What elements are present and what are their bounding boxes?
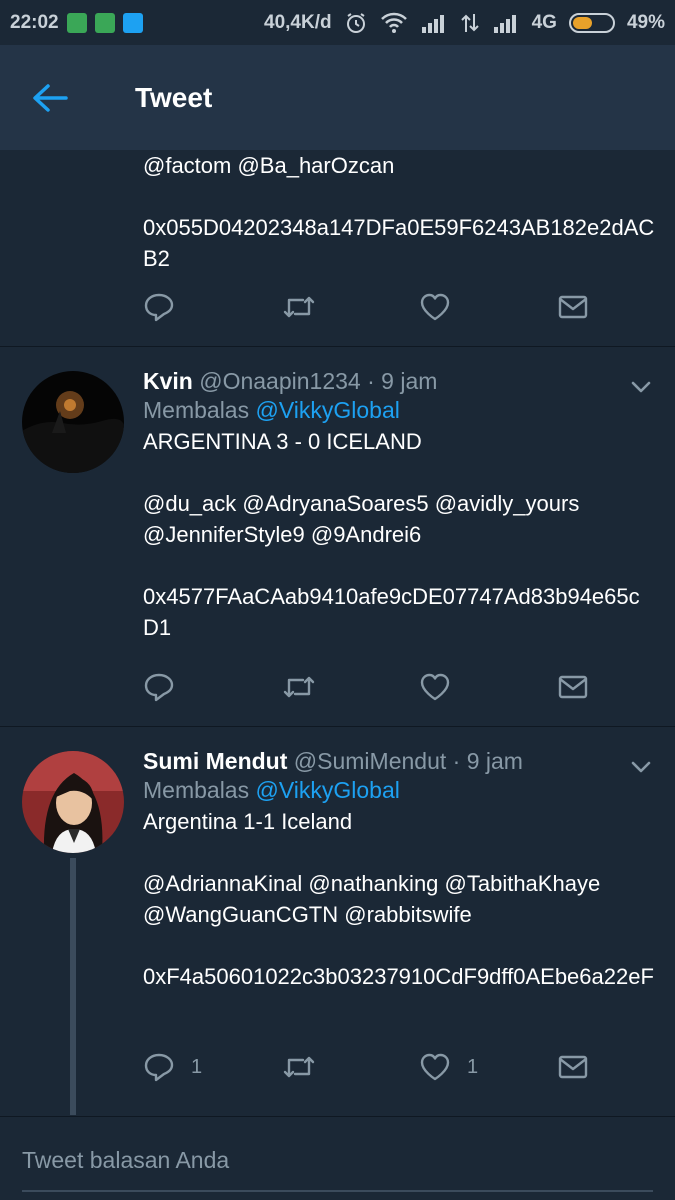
network-speed: 40,4K/d xyxy=(264,11,332,33)
status-bar: 22:02 40,4K/d 4G 49% xyxy=(0,0,675,45)
back-button[interactable] xyxy=(0,45,100,150)
retweet-button[interactable] xyxy=(281,292,419,322)
app-notification-icon xyxy=(66,12,87,33)
reply-count: 1 xyxy=(191,1055,203,1078)
page-title: Tweet xyxy=(135,81,213,113)
reply-composer[interactable]: Tweet balasan Anda xyxy=(0,1117,675,1200)
reply-icon xyxy=(144,1053,174,1082)
thread-line xyxy=(70,858,76,1115)
reply-icon xyxy=(144,673,174,702)
tweet-text: ARGENTINA 3 - 0 ICELAND xyxy=(143,429,422,454)
retweet-icon xyxy=(283,296,315,318)
direct-message-icon xyxy=(558,1055,588,1079)
wifi-icon xyxy=(380,12,407,33)
author-handle[interactable]: @SumiMendut xyxy=(294,748,446,774)
battery-level xyxy=(572,16,592,29)
reply-prefix: Membalas xyxy=(143,397,250,423)
tweet[interactable]: Kvin @Onaapin1234 · 9 jam Membalas @Vikk… xyxy=(0,347,675,727)
direct-message-button[interactable] xyxy=(557,1053,675,1081)
avatar[interactable] xyxy=(22,371,124,473)
battery-percent: 49% xyxy=(626,11,665,33)
app-notification-icon xyxy=(94,12,115,33)
signal-icon xyxy=(421,14,444,33)
tweet-mentions[interactable]: @factom @Ba_harOzcan xyxy=(143,150,655,181)
status-time: 22:02 xyxy=(10,11,59,33)
author-handle[interactable]: @Onaapin1234 xyxy=(199,368,360,394)
reply-to-link[interactable]: @VikkyGlobal xyxy=(256,777,400,803)
reply-prefix: Membalas xyxy=(143,777,250,803)
like-icon xyxy=(420,1053,450,1081)
retweet-icon xyxy=(283,676,315,698)
reply-icon xyxy=(144,293,174,322)
tweet-separator: · xyxy=(367,368,382,394)
tweet-address: 0xF4a50601022c3b03237910CdF9dff0AEbe6a22… xyxy=(143,964,654,989)
app-bar: Tweet xyxy=(0,45,675,150)
input-underline xyxy=(22,1190,653,1192)
like-button[interactable] xyxy=(419,672,557,702)
tweet[interactable]: @factom @Ba_harOzcan 0x055D04202348a147D… xyxy=(0,150,675,347)
avatar[interactable] xyxy=(22,751,124,853)
tweet[interactable]: Sumi Mendut @SumiMendut · 9 jam Membalas… xyxy=(0,727,675,1117)
like-icon xyxy=(420,673,450,701)
reply-to-link[interactable]: @VikkyGlobal xyxy=(256,397,400,423)
tweet-text: Argentina 1-1 Iceland xyxy=(143,809,353,834)
author-name[interactable]: Sumi Mendut xyxy=(143,748,287,774)
tweet-mentions[interactable]: @AdriannaKinal @nathanking @TabithaKhaye… xyxy=(143,868,655,930)
reply-button[interactable]: 1 xyxy=(143,1052,281,1082)
alarm-icon xyxy=(346,12,365,33)
retweet-button[interactable] xyxy=(281,672,419,702)
chevron-down-icon[interactable] xyxy=(629,755,653,779)
direct-message-button[interactable] xyxy=(557,673,675,701)
reply-context: Membalas @VikkyGlobal xyxy=(143,395,655,426)
tweet-mentions[interactable]: @du_ack @AdryanaSoares5 @avidly_yours @J… xyxy=(143,488,655,550)
direct-message-icon xyxy=(558,675,588,699)
direct-message-button[interactable] xyxy=(557,293,675,321)
tweet-separator: · xyxy=(452,748,467,774)
reply-input[interactable]: Tweet balasan Anda xyxy=(22,1147,229,1174)
like-button[interactable]: 1 xyxy=(419,1052,557,1082)
like-button[interactable] xyxy=(419,292,557,322)
battery-icon xyxy=(568,12,615,33)
retweet-icon xyxy=(283,1056,315,1078)
reply-button[interactable] xyxy=(143,672,281,702)
tweet-time: 9 jam xyxy=(381,368,438,394)
chevron-down-icon[interactable] xyxy=(629,375,653,399)
data-transfer-icon xyxy=(460,13,479,32)
reply-context: Membalas @VikkyGlobal xyxy=(143,775,655,806)
retweet-button[interactable] xyxy=(281,1052,419,1082)
twitter-notification-icon xyxy=(122,12,143,33)
author-name[interactable]: Kvin xyxy=(143,368,193,394)
arrow-left-icon xyxy=(33,83,68,112)
network-type: 4G xyxy=(531,11,557,33)
direct-message-icon xyxy=(558,295,588,319)
reply-button[interactable] xyxy=(143,292,281,322)
like-count: 1 xyxy=(467,1055,479,1078)
signal-icon xyxy=(493,14,516,33)
like-icon xyxy=(420,293,450,321)
tweet-address: 0x055D04202348a147DFa0E59F6243AB182e2dAC… xyxy=(143,215,655,271)
tweet-address: 0x4577FAaCAab9410afe9cDE07747Ad83b94e65c… xyxy=(143,584,640,640)
tweet-time: 9 jam xyxy=(466,748,523,774)
